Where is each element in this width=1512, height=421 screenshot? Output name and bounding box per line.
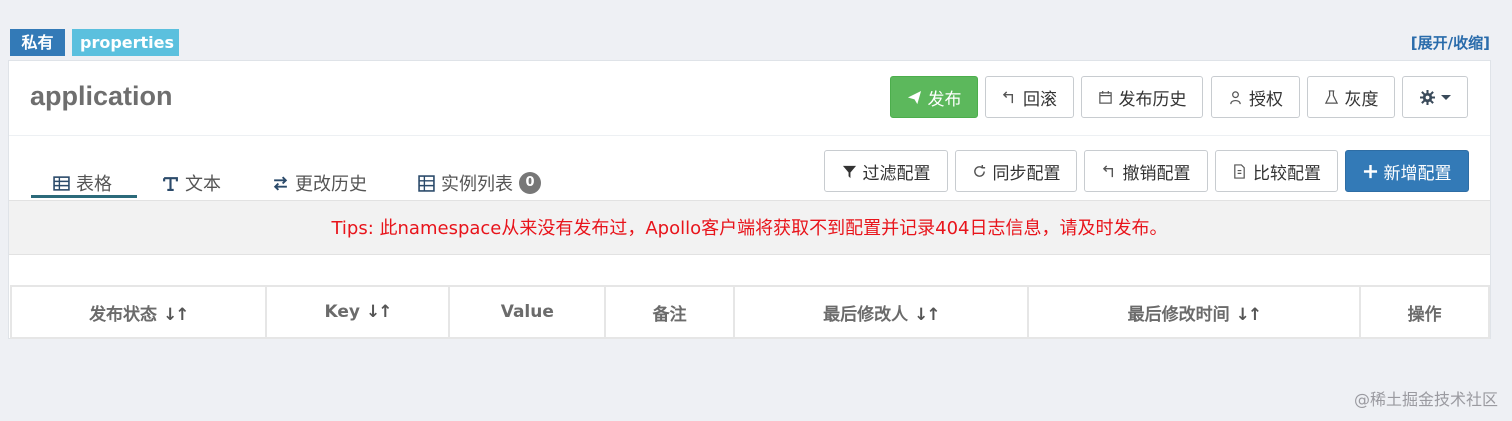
column-header-status[interactable]: 发布状态 ↓↑ bbox=[10, 285, 267, 339]
publish-history-label: 发布历史 bbox=[1118, 89, 1187, 110]
add-config-label: 新增配置 bbox=[1383, 163, 1452, 184]
namespace-panel: application 发布 回滚 发布历史 授权 灰度 表格 文本 更改历史 … bbox=[8, 60, 1491, 339]
column-label: 操作 bbox=[1407, 304, 1442, 325]
plus-icon bbox=[1363, 164, 1377, 178]
column-label: 备注 bbox=[652, 304, 687, 325]
column-label: 最后修改人 bbox=[823, 304, 909, 325]
column-header-operation: 操作 bbox=[1359, 285, 1490, 339]
header-divider bbox=[9, 135, 1490, 136]
tab-instance-list[interactable]: 实例列表 0 bbox=[418, 165, 541, 201]
column-header-comment: 备注 bbox=[604, 285, 736, 339]
gray-release-label: 灰度 bbox=[1344, 89, 1379, 110]
rollback-icon bbox=[1002, 90, 1014, 103]
column-label: Key bbox=[324, 302, 361, 322]
column-header-value: Value bbox=[448, 285, 607, 339]
active-tab-indicator bbox=[31, 195, 137, 198]
column-header-key[interactable]: Key ↓↑ bbox=[264, 285, 451, 339]
authorize-button[interactable]: 授权 bbox=[1211, 76, 1300, 118]
revoke-config-label: 撤销配置 bbox=[1122, 163, 1191, 184]
tab-text-label: 文本 bbox=[185, 174, 221, 195]
sync-config-button[interactable]: 同步配置 bbox=[955, 150, 1077, 192]
format-badge: properties bbox=[72, 29, 179, 56]
tab-table-label: 表格 bbox=[76, 174, 112, 195]
publish-button[interactable]: 发布 bbox=[890, 76, 978, 118]
column-header-modifier[interactable]: 最后修改人 ↓↑ bbox=[733, 285, 1029, 339]
sort-icon: ↓↑ bbox=[366, 302, 392, 322]
authorize-label: 授权 bbox=[1249, 89, 1283, 110]
filter-config-button[interactable]: 过滤配置 bbox=[824, 150, 948, 192]
text-icon bbox=[163, 176, 178, 191]
instance-count-badge: 0 bbox=[519, 172, 541, 194]
publish-label: 发布 bbox=[927, 89, 962, 110]
sort-icon: ↓↑ bbox=[914, 304, 940, 325]
filter-icon bbox=[842, 165, 856, 178]
exchange-icon bbox=[273, 175, 288, 191]
file-compare-icon bbox=[1234, 163, 1245, 179]
column-label: 发布状态 bbox=[89, 304, 158, 325]
unpublished-tips: Tips: 此namespace从来没有发布过，Apollo客户端将获取不到配置… bbox=[9, 200, 1490, 255]
namespace-title: application bbox=[30, 81, 173, 111]
tab-text[interactable]: 文本 bbox=[162, 165, 221, 201]
watermark: @稀土掘金技术社区 bbox=[1353, 390, 1498, 409]
revoke-config-button[interactable]: 撤销配置 bbox=[1084, 150, 1208, 192]
tab-instance-list-label: 实例列表 bbox=[441, 174, 513, 195]
refresh-icon bbox=[973, 164, 985, 177]
sort-icon: ↓↑ bbox=[1235, 304, 1262, 325]
table-icon bbox=[53, 175, 70, 191]
compare-config-button[interactable]: 比较配置 bbox=[1215, 150, 1338, 192]
rollback-button[interactable]: 回滚 bbox=[985, 76, 1074, 118]
column-header-modified-time[interactable]: 最后修改时间 ↓↑ bbox=[1026, 285, 1362, 339]
config-table: 发布状态 ↓↑ Key ↓↑ Value 备注 最后修改人 ↓↑ 最后修改时间 ↓↑ 操… bbox=[10, 285, 1490, 339]
calendar-icon bbox=[1098, 90, 1112, 104]
expand-collapse-link[interactable]: [展开/收缩] bbox=[1411, 32, 1490, 53]
tab-change-history[interactable]: 更改历史 bbox=[272, 165, 367, 201]
filter-config-label: 过滤配置 bbox=[862, 163, 931, 184]
publish-history-button[interactable]: 发布历史 bbox=[1081, 76, 1203, 118]
gray-release-button[interactable]: 灰度 bbox=[1307, 76, 1395, 118]
column-label: Value bbox=[500, 302, 554, 322]
gear-icon bbox=[1419, 89, 1435, 105]
compare-config-label: 比较配置 bbox=[1253, 163, 1321, 184]
flask-icon bbox=[1324, 89, 1338, 104]
settings-dropdown-button[interactable] bbox=[1402, 76, 1468, 118]
tab-change-history-label: 更改历史 bbox=[295, 174, 367, 195]
add-config-button[interactable]: 新增配置 bbox=[1345, 150, 1469, 192]
undo-icon bbox=[1102, 164, 1113, 177]
send-icon bbox=[907, 90, 921, 104]
sort-icon: ↓↑ bbox=[163, 304, 189, 325]
instance-list-icon bbox=[418, 174, 435, 192]
sync-config-label: 同步配置 bbox=[992, 163, 1061, 184]
user-icon bbox=[1230, 90, 1241, 104]
caret-down-icon bbox=[1440, 95, 1451, 100]
rollback-label: 回滚 bbox=[1023, 89, 1057, 110]
column-label: 最后修改时间 bbox=[1127, 304, 1230, 325]
scope-badge: 私有 bbox=[10, 29, 65, 56]
